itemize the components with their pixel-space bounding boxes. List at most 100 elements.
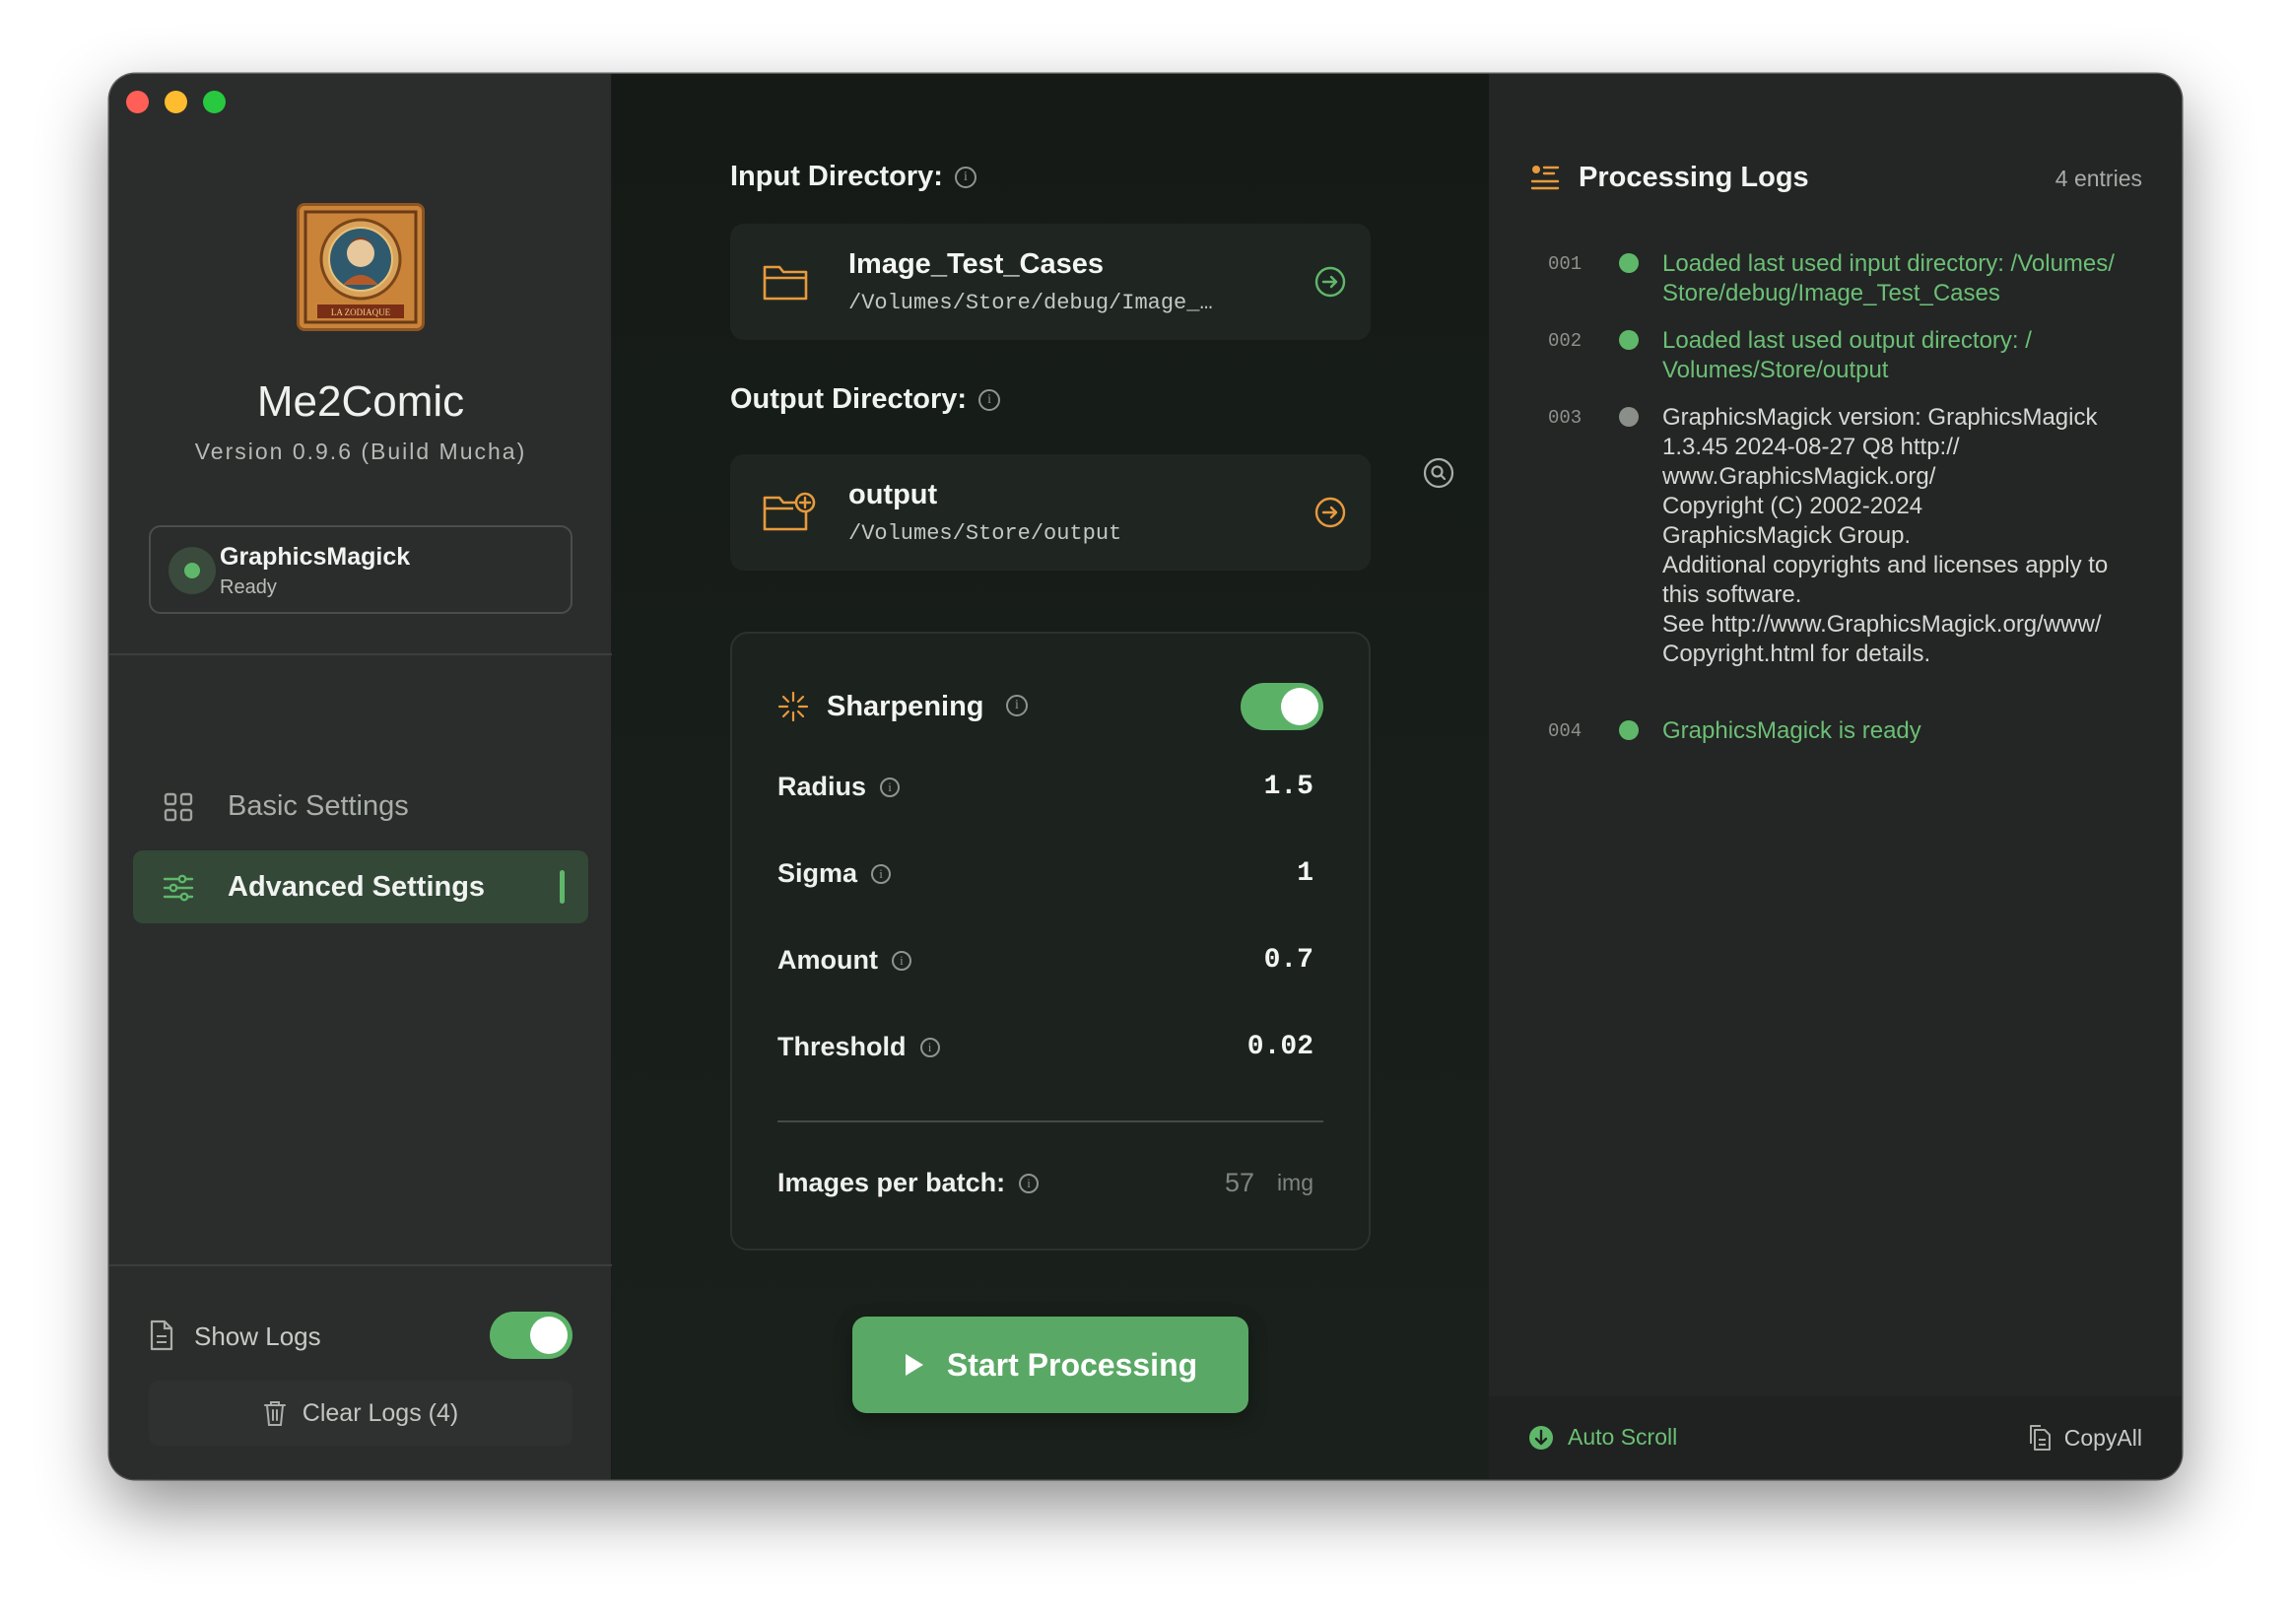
log-number: 001 <box>1548 253 1583 275</box>
auto-scroll-label: Auto Scroll <box>1568 1424 1678 1450</box>
info-icon[interactable]: i <box>954 166 977 188</box>
radius-value-field[interactable]: 1.5 <box>1264 772 1313 802</box>
sharpening-header: Sharpening i <box>777 683 1329 730</box>
sparkle-icon <box>777 691 809 722</box>
play-icon <box>905 1354 923 1376</box>
input-directory-path: /Volumes/Store/debug/Image_… <box>848 291 1213 315</box>
input-directory-label: Input Directory: <box>730 161 943 192</box>
sharpening-title: Sharpening <box>827 691 984 722</box>
auto-scroll-button[interactable]: Auto Scroll <box>1528 1424 1677 1451</box>
input-directory-card[interactable]: Image_Test_Cases /Volumes/Store/debug/Im… <box>730 224 1371 340</box>
app-logo: LA ZODIAQUE <box>297 203 425 331</box>
close-window-button[interactable] <box>126 91 149 113</box>
app-version: Version 0.9.6 (Build Mucha) <box>194 439 527 464</box>
sidebar-item-label: Basic Settings <box>228 789 409 822</box>
log-number: 003 <box>1548 407 1583 429</box>
sidebar-item-basic-settings[interactable]: Basic Settings <box>133 770 588 843</box>
info-icon[interactable]: i <box>871 863 892 884</box>
amount-label: Amount <box>777 945 878 975</box>
engine-status-indicator <box>168 547 216 594</box>
check-circle-icon <box>1619 330 1639 350</box>
amount-value-field[interactable]: 0.7 <box>1264 945 1313 976</box>
radius-row: Radius i 1.5 <box>777 768 1313 807</box>
card-divider <box>777 1120 1323 1122</box>
threshold-value-field[interactable]: 0.02 <box>1247 1032 1313 1062</box>
sidebar-item-advanced-settings[interactable]: Advanced Settings <box>133 850 588 923</box>
threshold-row: Threshold i 0.02 <box>777 1028 1313 1067</box>
amount-row: Amount i 0.7 <box>777 941 1313 981</box>
logs-title: Processing Logs <box>1579 162 1809 193</box>
output-directory-heading: Output Directory: i <box>730 383 1001 416</box>
check-circle-icon <box>1619 720 1639 740</box>
show-logs-row: Show Logs <box>149 1306 572 1365</box>
engine-status: Ready <box>220 576 277 598</box>
minimize-window-button[interactable] <box>165 91 187 113</box>
output-directory-name: output <box>848 479 938 510</box>
info-icon[interactable]: i <box>1006 695 1028 716</box>
batch-size-unit: img <box>1276 1170 1313 1195</box>
search-icon[interactable] <box>1422 456 1455 490</box>
info-icon[interactable]: i <box>978 388 1001 411</box>
sidebar-divider <box>109 1264 612 1266</box>
logs-panel: Processing Logs 4 entries 001 Loaded las… <box>1489 74 2182 1479</box>
input-directory-heading: Input Directory: i <box>730 161 977 193</box>
output-directory-card[interactable]: output /Volumes/Store/output <box>730 454 1371 571</box>
zoom-window-button[interactable] <box>203 91 226 113</box>
info-icon[interactable]: i <box>919 1037 940 1057</box>
arrow-right-circle-icon[interactable] <box>1313 496 1347 529</box>
app-name: Me2Comic <box>256 377 465 426</box>
folder-icon <box>763 265 808 301</box>
copy-icon <box>2029 1425 2051 1451</box>
clear-logs-button[interactable]: Clear Logs (4) <box>149 1381 572 1446</box>
show-logs-label: Show Logs <box>194 1321 321 1351</box>
output-directory-label: Output Directory: <box>730 383 968 415</box>
active-indicator <box>560 870 565 904</box>
input-directory-name: Image_Test_Cases <box>848 248 1105 280</box>
sidebar-divider <box>109 653 612 655</box>
output-directory-path: /Volumes/Store/output <box>848 521 1122 546</box>
info-icon[interactable]: i <box>880 777 901 797</box>
logs-footer: Auto Scroll CopyAll <box>1489 1396 2182 1479</box>
start-processing-button[interactable]: Start Processing <box>852 1317 1248 1413</box>
info-icon[interactable]: i <box>891 950 911 971</box>
sidebar: LA ZODIAQUE Me2Comic Version 0.9.6 (Buil… <box>109 74 612 1479</box>
window-controls <box>126 91 226 113</box>
sigma-row: Sigma i 1 <box>777 854 1313 894</box>
start-processing-label: Start Processing <box>946 1346 1198 1383</box>
sharpening-toggle[interactable] <box>1241 683 1323 730</box>
threshold-label: Threshold <box>777 1032 907 1061</box>
log-message: Loaded last used input directory: /Volum… <box>1662 250 2115 306</box>
sigma-label: Sigma <box>777 858 858 888</box>
sidebar-item-label: Advanced Settings <box>228 870 486 903</box>
copy-all-button[interactable]: CopyAll <box>2027 1424 2142 1452</box>
show-logs-toggle[interactable] <box>490 1312 572 1359</box>
trash-icon <box>263 1401 286 1426</box>
sliders-icon <box>163 874 194 902</box>
info-circle-icon <box>1619 407 1639 427</box>
batch-size-label: Images per batch: <box>777 1168 1006 1197</box>
engine-name: GraphicsMagick <box>220 543 411 571</box>
log-number: 002 <box>1548 330 1583 352</box>
log-message: GraphicsMagick is ready <box>1662 717 1921 744</box>
engine-status-card: GraphicsMagick Ready <box>149 525 572 614</box>
checklist-icon <box>1530 166 1560 190</box>
log-message: GraphicsMagick version: GraphicsMagick 1… <box>1662 404 2109 667</box>
radius-label: Radius <box>777 772 867 801</box>
info-icon[interactable]: i <box>1019 1173 1040 1193</box>
batch-size-row: Images per batch: i 57 img <box>777 1164 1323 1203</box>
arrow-right-circle-icon[interactable] <box>1313 265 1347 299</box>
log-number: 004 <box>1548 720 1583 742</box>
document-icon <box>150 1320 173 1351</box>
sharpening-settings-card: Sharpening i Radius i 1.5 Sigma i 1 Amount… <box>730 632 1371 1251</box>
grid-icon <box>164 792 193 822</box>
log-message: Loaded last used output directory: / Vol… <box>1662 327 2032 383</box>
copy-all-label: CopyAll <box>2063 1424 2142 1451</box>
settings-panel: Input Directory: i Image_Test_Cases /Vol… <box>612 74 1489 1479</box>
logs-count: 4 entries <box>2054 166 2142 191</box>
app-window: LA ZODIAQUE Me2Comic Version 0.9.6 (Buil… <box>109 74 2182 1479</box>
batch-size-field[interactable]: 57 <box>1225 1168 1254 1198</box>
arrow-down-circle-icon <box>1529 1425 1553 1450</box>
clear-logs-label: Clear Logs (4) <box>302 1398 459 1427</box>
check-circle-icon <box>1619 253 1639 273</box>
sigma-value-field[interactable]: 1 <box>1297 858 1313 889</box>
